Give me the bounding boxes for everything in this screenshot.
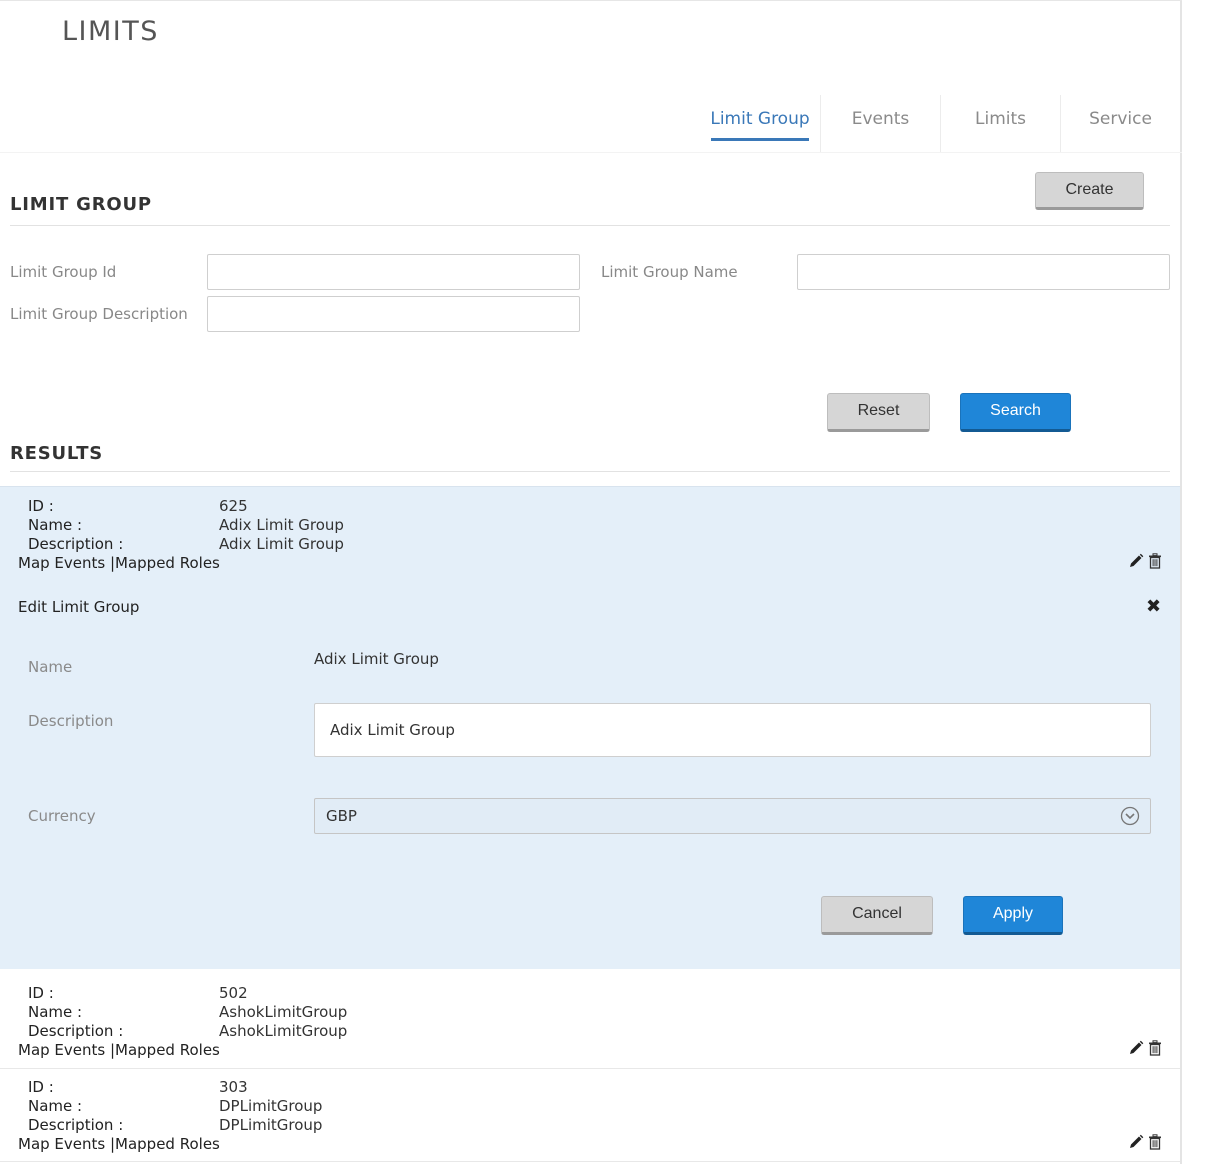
pencil-icon[interactable] <box>1128 553 1144 569</box>
record-id-value: 502 <box>219 984 248 1002</box>
record-description-key: Description : <box>28 1022 124 1040</box>
record-id-key: ID : <box>28 984 54 1002</box>
results-section-title: RESULTS <box>10 443 104 464</box>
limit-group-name-label: Limit Group Name <box>601 263 738 281</box>
record-description-value: AshokLimitGroup <box>219 1022 348 1040</box>
record-name-value: DPLimitGroup <box>219 1097 323 1115</box>
limit-group-id-label: Limit Group Id <box>10 263 117 281</box>
edit-currency-label: Currency <box>28 807 96 825</box>
edit-name-label: Name <box>28 658 73 676</box>
pencil-icon[interactable] <box>1128 1040 1144 1056</box>
map-events-mapped-roles-link[interactable]: Map Events |Mapped Roles <box>18 554 220 572</box>
record-description-value: DPLimitGroup <box>219 1116 323 1134</box>
row-divider <box>0 1161 1180 1162</box>
limit-group-name-input[interactable] <box>797 254 1170 290</box>
create-button[interactable]: Create <box>1035 172 1144 210</box>
record-name-key: Name : <box>28 1003 83 1021</box>
edit-description-label: Description <box>28 712 114 730</box>
record-description-value: Adix Limit Group <box>219 535 344 553</box>
top-border <box>0 0 1182 4</box>
trash-icon[interactable] <box>1147 1040 1163 1056</box>
section-divider <box>10 225 1170 226</box>
record-id-value: 303 <box>219 1078 248 1096</box>
tab-bar: Limit Group Events Limits Service <box>700 95 1180 153</box>
record-id-value: 625 <box>219 497 248 515</box>
close-icon[interactable]: ✖ <box>1146 597 1161 615</box>
record-name-value: AshokLimitGroup <box>219 1003 348 1021</box>
chevron-down-circle-icon <box>1120 806 1140 826</box>
trash-icon[interactable] <box>1147 1134 1163 1150</box>
edit-name-value: Adix Limit Group <box>314 650 439 668</box>
row-divider <box>0 1068 1180 1069</box>
tab-service[interactable]: Service <box>1060 95 1180 153</box>
results-divider <box>10 471 1170 472</box>
limit-group-description-input[interactable] <box>207 296 580 332</box>
edit-panel-title: Edit Limit Group <box>18 598 140 616</box>
tab-divider <box>0 152 1182 153</box>
trash-icon[interactable] <box>1147 553 1163 569</box>
apply-button[interactable]: Apply <box>963 896 1063 935</box>
map-events-mapped-roles-link[interactable]: Map Events |Mapped Roles <box>18 1135 220 1153</box>
currency-select[interactable]: GBP <box>314 798 1151 834</box>
limit-group-description-label: Limit Group Description <box>10 305 188 323</box>
map-events-mapped-roles-link[interactable]: Map Events |Mapped Roles <box>18 1041 220 1059</box>
page-title: LIMITS <box>62 16 159 47</box>
limit-group-section-title: LIMIT GROUP <box>10 194 152 215</box>
record-description-key: Description : <box>28 535 124 553</box>
tab-events[interactable]: Events <box>820 95 940 153</box>
page: LIMITS Limit Group Events Limits Service… <box>0 0 1182 1164</box>
tab-limits[interactable]: Limits <box>940 95 1060 153</box>
record-name-key: Name : <box>28 1097 83 1115</box>
limit-group-id-input[interactable] <box>207 254 580 290</box>
search-button[interactable]: Search <box>960 393 1071 432</box>
cancel-button[interactable]: Cancel <box>821 896 933 935</box>
pencil-icon[interactable] <box>1128 1134 1144 1150</box>
tab-limit-group[interactable]: Limit Group <box>700 95 820 153</box>
record-name-value: Adix Limit Group <box>219 516 344 534</box>
reset-button[interactable]: Reset <box>827 393 930 432</box>
record-description-key: Description : <box>28 1116 124 1134</box>
edit-description-input[interactable]: Adix Limit Group <box>314 703 1151 757</box>
record-id-key: ID : <box>28 1078 54 1096</box>
currency-selected-value: GBP <box>326 807 357 825</box>
record-name-key: Name : <box>28 516 83 534</box>
record-id-key: ID : <box>28 497 54 515</box>
